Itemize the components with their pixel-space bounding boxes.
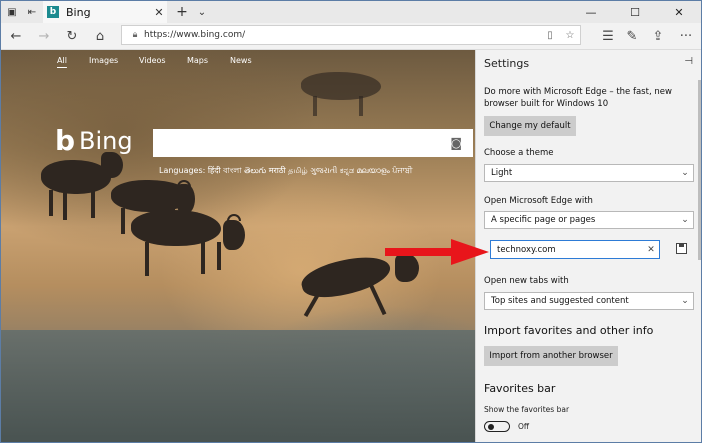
close-tab-icon[interactable]: ✕ (151, 6, 167, 19)
bing-nav-images[interactable]: Images (89, 56, 118, 65)
bing-nav-maps[interactable]: Maps (187, 56, 208, 65)
refresh-icon[interactable]: ↻ (61, 26, 83, 46)
web-note-pen-icon[interactable]: ✎ (621, 26, 643, 46)
more-icon[interactable]: ··· (675, 26, 697, 46)
open-with-label: Open Microsoft Edge with (484, 196, 593, 206)
favorites-bar-title: Favorites bar (484, 382, 556, 395)
tab-title: Bing (66, 5, 91, 19)
tab-bing[interactable]: b Bing ✕ (43, 1, 167, 23)
show-favorites-label: Show the favorites bar (484, 405, 570, 414)
promo-text: Do more with Microsoft Edge – the fast, … (484, 87, 672, 109)
favorite-star-icon[interactable]: ☆ (560, 30, 580, 41)
bing-nav-all[interactable]: All (57, 56, 67, 65)
change-my-default-button[interactable]: Change my default (484, 116, 576, 136)
forward-icon[interactable]: → (33, 26, 55, 46)
chevron-down-icon: ⌄ (681, 296, 689, 306)
pin-icon[interactable]: ⊣ (684, 56, 693, 67)
title-bar: ▣ ⇤ b Bing ✕ + ⌄ — ☐ ✕ (1, 1, 701, 23)
back-icon[interactable]: ← (5, 26, 27, 46)
new-tabs-value: Top sites and suggested content (491, 296, 629, 306)
new-tabs-label: Open new tabs with (484, 276, 569, 286)
new-tabs-select[interactable]: Top sites and suggested content ⌄ (484, 292, 694, 310)
languages-line[interactable]: Languages: हिंदी বাংলা తెలుగు मराठी தமிழ… (159, 165, 475, 178)
bing-nav-news[interactable]: News (230, 56, 252, 65)
page-url-value: technoxy.com (497, 244, 556, 255)
bing-search-input[interactable]: ◙ (153, 129, 473, 157)
toggle-knob (488, 423, 494, 430)
bing-favicon-icon: b (47, 6, 59, 18)
chevron-down-icon: ⌄ (681, 215, 689, 225)
tab-manager-icon[interactable]: ▣ (1, 1, 23, 23)
page-url-input[interactable]: technoxy.com ✕ (490, 240, 660, 259)
bing-nav-videos[interactable]: Videos (139, 56, 166, 65)
navigation-bar: ← → ↻ ⌂ 🔒︎ https://www.bing.com/ ▯ ☆ ☰ ✎… (1, 23, 701, 50)
minimize-icon[interactable]: — (569, 1, 613, 23)
camera-icon[interactable]: ◙ (450, 136, 462, 150)
bing-logo-icon: b (55, 124, 76, 157)
toggle-state-text: Off (518, 422, 530, 431)
settings-panel: Settings ⊣ Do more with Microsoft Edge –… (475, 50, 701, 442)
open-with-select[interactable]: A specific page or pages ⌄ (484, 211, 694, 229)
red-arrow-icon (385, 239, 489, 265)
bing-logo-text: Bing (79, 127, 133, 155)
favorites-bar-toggle[interactable] (484, 421, 510, 432)
open-with-value: A specific page or pages (491, 215, 596, 225)
lock-icon: 🔒︎ (132, 30, 138, 40)
import-title: Import favorites and other info (484, 324, 654, 337)
save-icon[interactable] (676, 243, 687, 254)
maximize-icon[interactable]: ☐ (613, 1, 657, 23)
theme-select[interactable]: Light ⌄ (484, 164, 694, 182)
river-water (1, 330, 475, 442)
address-bar[interactable]: 🔒︎ https://www.bing.com/ ▯ ☆ (121, 25, 581, 45)
set-aside-tabs-icon[interactable]: ⇤ (21, 1, 43, 23)
theme-label: Choose a theme (484, 148, 554, 158)
reading-view-icon[interactable]: ▯ (540, 30, 560, 41)
home-icon[interactable]: ⌂ (89, 26, 111, 46)
clear-input-icon[interactable]: ✕ (643, 245, 659, 255)
bing-nav: All Images Videos Maps News (1, 56, 301, 72)
theme-value: Light (491, 168, 513, 178)
tab-preview-chevron-icon[interactable]: ⌄ (191, 1, 213, 23)
hub-icon[interactable]: ☰ (597, 26, 619, 46)
new-tab-icon[interactable]: + (171, 1, 193, 23)
bing-logo[interactable]: b Bing (55, 124, 145, 158)
url-text[interactable]: https://www.bing.com/ (144, 30, 540, 40)
browser-window: ▣ ⇤ b Bing ✕ + ⌄ — ☐ ✕ ← → ↻ ⌂ 🔒︎ https:… (0, 0, 702, 443)
settings-title: Settings (484, 57, 530, 70)
close-window-icon[interactable]: ✕ (657, 1, 701, 23)
import-from-browser-button[interactable]: Import from another browser (484, 346, 618, 366)
share-icon[interactable]: ⇪ (647, 26, 669, 46)
settings-scrollbar[interactable] (698, 80, 701, 260)
chevron-down-icon: ⌄ (681, 168, 689, 178)
